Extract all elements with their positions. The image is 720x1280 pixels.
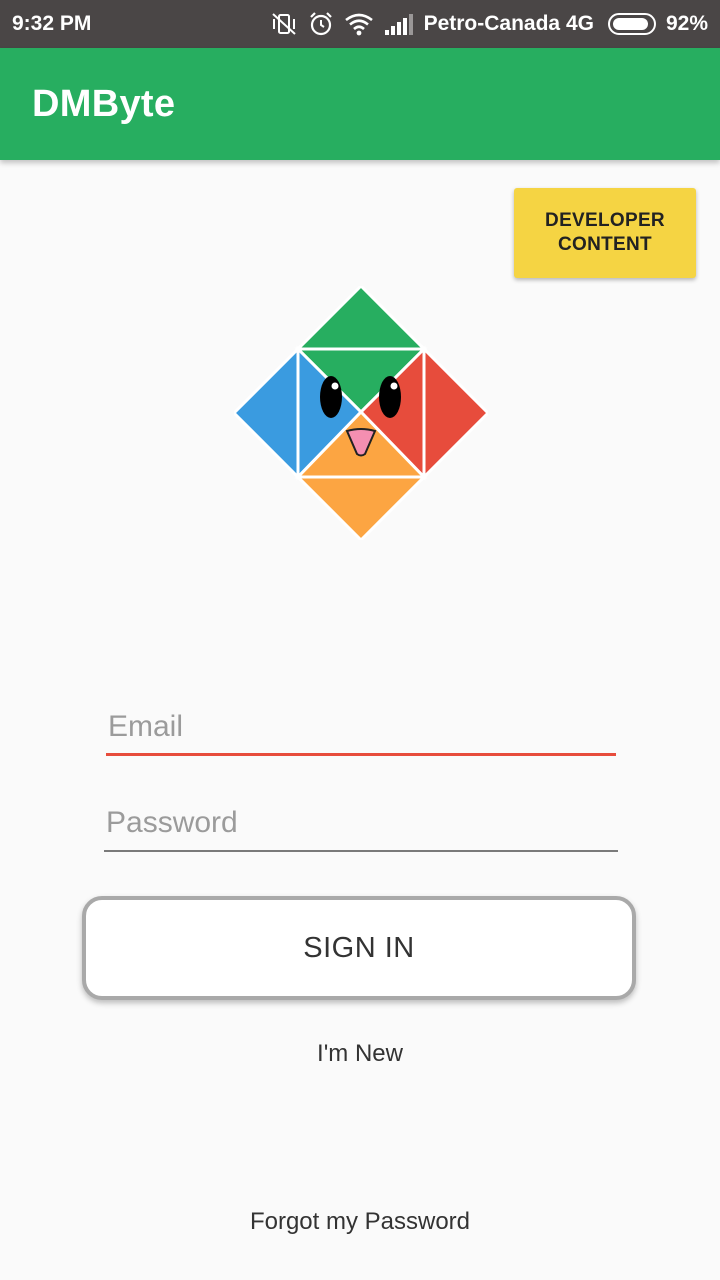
signal-icon [384, 13, 414, 35]
battery-level [612, 18, 648, 30]
battery-percent: 92% [665, 12, 708, 35]
logo-top-triangle [294, 283, 428, 351]
status-left: 9:32 PM [12, 12, 91, 36]
logo-bottom-triangle [294, 475, 428, 543]
developer-content-button[interactable]: DEVELOPER CONTENT [514, 188, 696, 278]
forgot-password-link[interactable]: Forgot my Password [0, 1208, 720, 1236]
carrier-name: Petro-Canada 4G [423, 12, 594, 35]
logo-right-eye [379, 376, 401, 418]
status-right: Petro-Canada 4G 92% [270, 11, 708, 37]
email-input[interactable] [106, 700, 616, 753]
email-field[interactable] [106, 700, 616, 756]
tangram-bird-logo [231, 283, 491, 543]
sign-in-button[interactable]: SIGN IN [82, 896, 636, 1000]
logo-left-eye [320, 376, 342, 418]
app-bar: DMByte [0, 48, 720, 160]
battery-icon [607, 13, 656, 35]
im-new-link[interactable]: I'm New [0, 1040, 720, 1068]
developer-content-label-line1: DEVELOPER [545, 210, 665, 231]
password-field[interactable] [104, 796, 618, 852]
logo-left-triangle [231, 345, 300, 481]
app-title: DMByte [32, 82, 176, 125]
developer-content-label-line2: CONTENT [558, 234, 652, 255]
password-input[interactable] [104, 796, 618, 850]
vibrate-off-icon [270, 11, 298, 37]
wifi-icon [344, 12, 374, 36]
status-time: 9:32 PM [12, 12, 92, 35]
status-bar: 9:32 PM Petro-Canada 4G 92% [0, 0, 720, 48]
logo-right-triangle [422, 345, 491, 481]
alarm-icon [308, 11, 334, 37]
